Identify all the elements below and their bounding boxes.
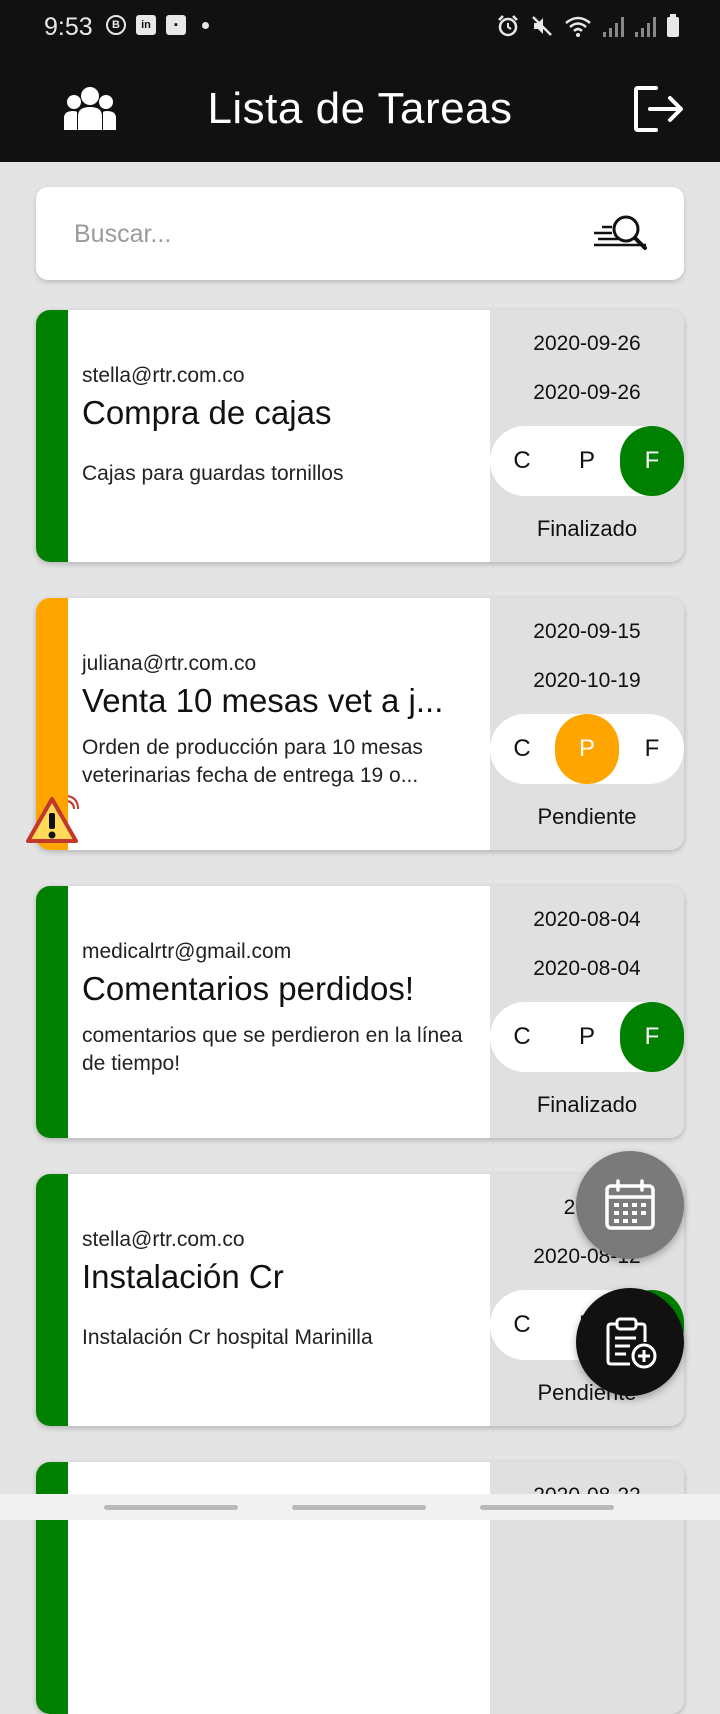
search-list-icon <box>594 215 647 250</box>
add-task-icon <box>606 1317 657 1369</box>
status-option-p[interactable]: P <box>555 426 619 496</box>
task-title: Instalación Cr <box>82 1258 284 1295</box>
status-option-c[interactable]: C <box>490 714 554 784</box>
task-end-date: 2020-08-04 <box>533 957 641 980</box>
app-bar: Lista de Tareas <box>0 56 720 162</box>
task-side-panel: 2020-08-04 2020-08-04 C P F Finalizado <box>490 886 684 1138</box>
search-bar <box>36 187 684 280</box>
calendar-button[interactable] <box>576 1151 684 1259</box>
download-icon: ▪ <box>166 15 186 35</box>
task-email: juliana@rtr.com.co <box>82 652 257 675</box>
status-right-icons <box>496 14 680 38</box>
status-stripe <box>36 1174 68 1426</box>
search-input[interactable] <box>72 209 556 259</box>
calendar-icon <box>605 1179 655 1230</box>
search-button[interactable] <box>592 211 648 255</box>
status-option-p[interactable]: P <box>555 1002 619 1072</box>
status-toggle: C P F <box>490 426 684 496</box>
logout-button[interactable] <box>632 84 686 134</box>
status-toggle: C P F <box>490 714 684 784</box>
add-task-button[interactable] <box>576 1288 684 1396</box>
nav-back-button[interactable] <box>480 1505 614 1510</box>
battery-icon <box>667 14 679 37</box>
status-left-icons: B in ▪ <box>106 15 209 35</box>
task-description: Orden de producción para 10 mesas veteri… <box>82 736 423 787</box>
task-side-panel: 2020-09-15 2020-10-19 C P F Pendiente <box>490 598 684 850</box>
system-nav-bar <box>0 1494 720 1520</box>
status-option-c[interactable]: C <box>490 426 554 496</box>
status-option-f[interactable]: F <box>620 1002 684 1072</box>
task-start-date: 2020-08-04 <box>533 908 641 931</box>
status-label: Finalizado <box>536 1092 638 1117</box>
task-title: Compra de cajas <box>82 394 332 431</box>
status-label: Finalizado <box>536 516 638 541</box>
task-body: juliana@rtr.com.co Venta 10 mesas vet a … <box>68 598 490 850</box>
task-start-date: 2020-09-15 <box>533 620 641 643</box>
logout-icon <box>634 86 683 132</box>
task-description: comentarios que se perdieron en la línea… <box>82 1024 463 1075</box>
warning-badge <box>24 795 80 847</box>
nav-recent-button[interactable] <box>104 1505 238 1510</box>
status-stripe <box>36 310 68 562</box>
nav-home-button[interactable] <box>292 1505 426 1510</box>
task-side-panel: 2020-09-26 2020-09-26 C P F Finalizado <box>490 310 684 562</box>
signal-icon <box>635 17 656 37</box>
task-title: Venta 10 mesas vet a j... <box>82 682 444 719</box>
task-end-date: 2020-10-19 <box>533 669 641 692</box>
task-email: medicalrtr@gmail.com <box>82 940 292 963</box>
wifi-icon <box>565 16 591 37</box>
task-body: stella@rtr.com.co Instalación Cr Instala… <box>68 1174 490 1426</box>
status-toggle: C P F <box>490 1002 684 1072</box>
status-option-f[interactable]: F <box>620 426 684 496</box>
status-time: 9:53 <box>44 13 93 41</box>
status-bar: 9:53 B in ▪ <box>0 0 720 56</box>
task-email: stella@rtr.com.co <box>82 1228 245 1251</box>
status-option-c[interactable]: C <box>490 1290 554 1360</box>
status-option-p[interactable]: P <box>555 714 619 784</box>
status-option-c[interactable]: C <box>490 1002 554 1072</box>
warning-icon <box>26 795 79 843</box>
task-title: Comentarios perdidos! <box>82 970 414 1007</box>
task-start-date: 2020-09-26 <box>533 332 641 355</box>
page-title: Lista de Tareas <box>207 84 513 133</box>
task-description: Cajas para guardas tornillos <box>82 462 344 485</box>
task-email: stella@rtr.com.co <box>82 364 245 387</box>
status-label: Pendiente <box>537 804 637 829</box>
b-icon: B <box>106 15 126 35</box>
status-option-f[interactable]: F <box>620 714 684 784</box>
signal-icon <box>603 17 624 37</box>
task-description: Instalación Cr hospital Marinilla <box>82 1326 373 1349</box>
status-stripe <box>36 886 68 1138</box>
task-body: medicalrtr@gmail.com Comentarios perdido… <box>68 886 490 1138</box>
linkedin-icon: in <box>136 15 156 35</box>
task-card[interactable]: medicalrtr@gmail.com Comentarios perdido… <box>36 886 684 1138</box>
mute-icon <box>532 16 552 36</box>
task-card[interactable]: juliana@rtr.com.co Venta 10 mesas vet a … <box>36 598 684 850</box>
task-body: stella@rtr.com.co Compra de cajas Cajas … <box>68 310 490 562</box>
alarm-icon <box>498 15 518 37</box>
task-end-date: 2020-09-26 <box>533 381 641 404</box>
dot-icon <box>202 21 209 29</box>
task-card[interactable]: stella@rtr.com.co Compra de cajas Cajas … <box>36 310 684 562</box>
